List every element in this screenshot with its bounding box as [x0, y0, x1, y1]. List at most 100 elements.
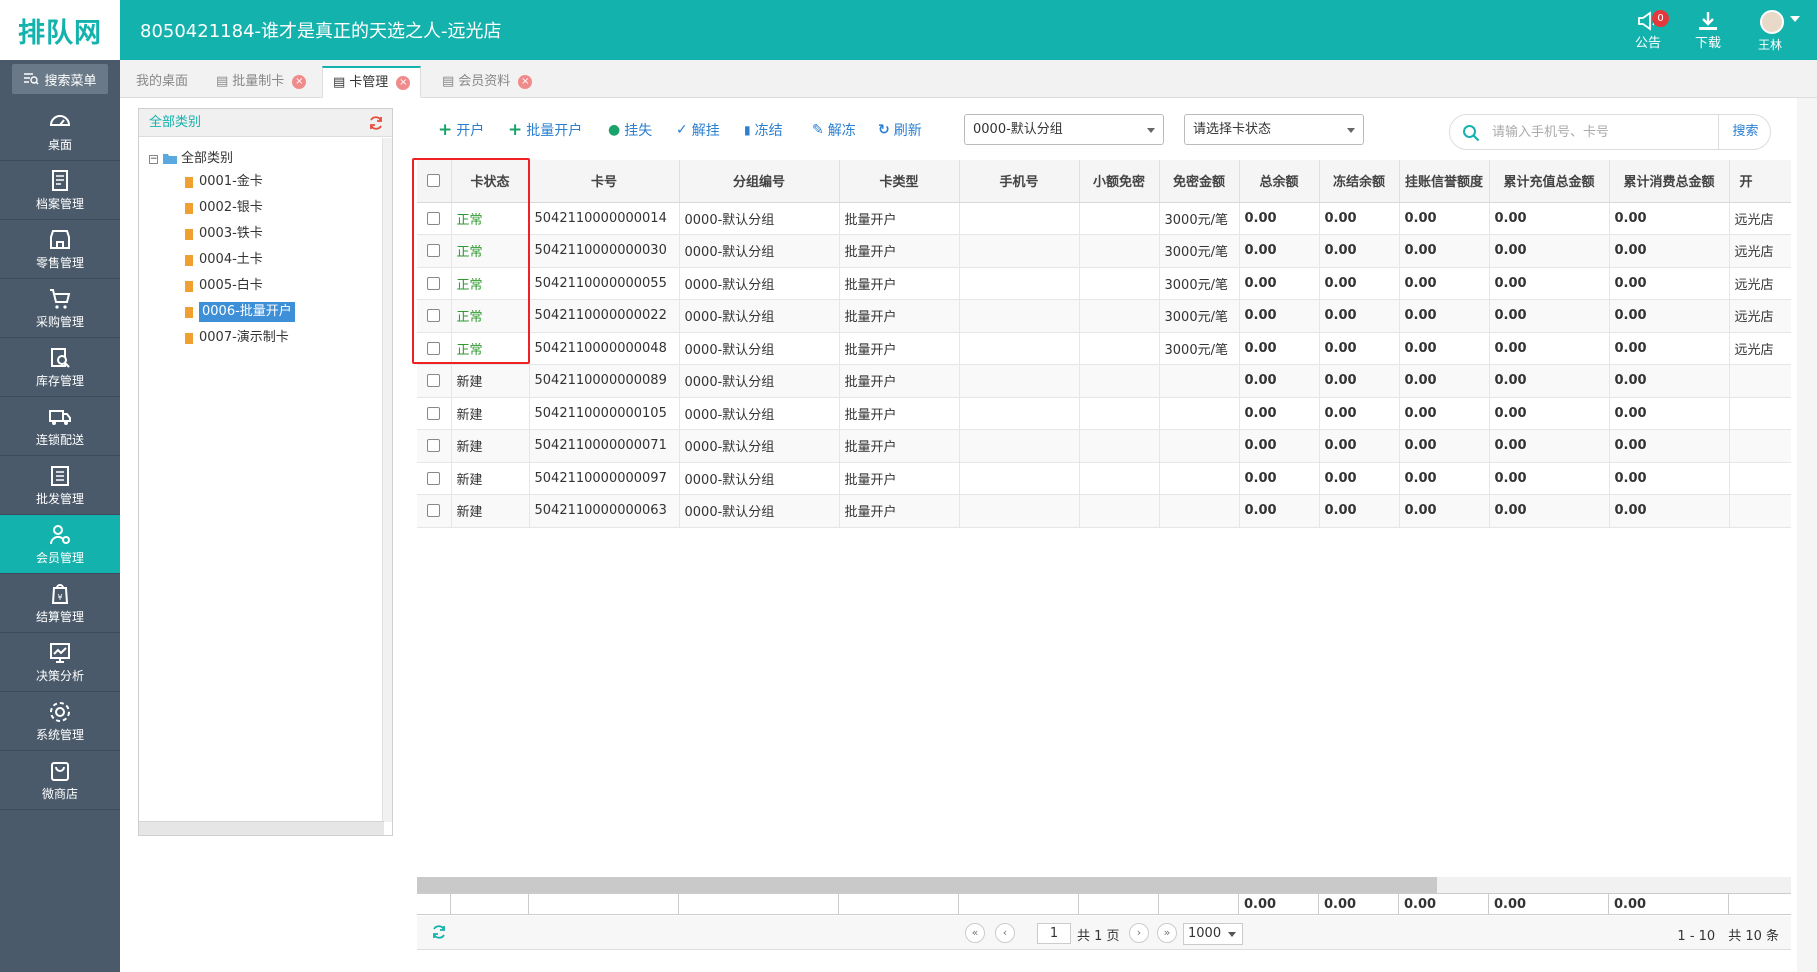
row-checkbox[interactable] — [427, 471, 441, 485]
table-row[interactable]: 新建 5042110000000063 0000-默认分组 批量开户 0.00 0.00 0… — [417, 494, 1791, 528]
row-checkbox[interactable] — [427, 374, 441, 388]
sidebar-item-cart[interactable]: 采购管理 — [0, 279, 120, 338]
row-select-cell[interactable] — [417, 494, 452, 528]
sidebar-item-inventory[interactable]: 库存管理 — [0, 338, 120, 397]
tree-node[interactable]: 0001-金卡 — [185, 172, 263, 192]
col-free-amount[interactable]: 免密金额 — [1159, 160, 1240, 203]
cell-free: 3000元/笔 — [1159, 299, 1240, 333]
table-horizontal-scrollbar[interactable] — [417, 877, 1791, 893]
search-button[interactable]: 搜索 — [1718, 115, 1772, 149]
col-group-code[interactable]: 分组编号 — [679, 160, 840, 203]
table-row[interactable]: 新建 5042110000000105 0000-默认分组 批量开户 0.00 0.00 0… — [417, 397, 1791, 430]
col-small-free[interactable]: 小额免密 — [1079, 160, 1160, 203]
col-card-type[interactable]: 卡类型 — [839, 160, 960, 203]
col-total-balance[interactable]: 总余额 — [1239, 160, 1320, 203]
tree-node[interactable]: 0003-铁卡 — [185, 224, 263, 244]
col-frozen-balance[interactable]: 冻结余额 — [1319, 160, 1400, 203]
avatar[interactable] — [1760, 10, 1784, 34]
close-icon[interactable]: × — [518, 75, 533, 89]
sidebar-item-gear[interactable]: 系统管理 — [0, 692, 120, 751]
freeze-button[interactable]: ▮ 冻结 — [744, 120, 783, 140]
close-icon[interactable]: × — [292, 75, 307, 89]
table-row[interactable]: 正常 5042110000000014 0000-默认分组 批量开户 3000元/笔 0.… — [417, 202, 1791, 235]
tree-horizontal-scrollbar[interactable] — [139, 821, 384, 835]
group-select[interactable]: 0000-默认分组 — [964, 114, 1164, 145]
row-select-cell[interactable] — [417, 462, 452, 495]
search-menu-button[interactable]: 搜索菜单 — [12, 64, 108, 94]
page-number-input[interactable]: 1 — [1037, 923, 1071, 944]
scroll-thumb[interactable] — [417, 877, 1437, 893]
table-row[interactable]: 新建 5042110000000071 0000-默认分组 批量开户 0.00 0.00 0… — [417, 429, 1791, 463]
col-card-number[interactable]: 卡号 — [529, 160, 680, 203]
plus-icon: + — [508, 120, 523, 140]
tab-card-management[interactable]: ▤ 卡管理 × — [322, 66, 422, 98]
prev-page-button[interactable]: ‹ — [995, 923, 1015, 943]
row-checkbox[interactable] — [427, 406, 441, 420]
cell-small — [1079, 234, 1160, 268]
row-select-cell[interactable] — [417, 429, 452, 463]
chevron-down-icon[interactable] — [1790, 16, 1800, 22]
table-row[interactable]: 新建 5042110000000089 0000-默认分组 批量开户 0.00 0.00 0… — [417, 364, 1791, 398]
tree-node[interactable]: 0007-演示制卡 — [185, 328, 289, 348]
open-account-button[interactable]: + 开户 — [438, 120, 484, 140]
refresh-icon[interactable] — [431, 924, 447, 940]
batch-open-button[interactable]: + 批量开户 — [508, 120, 582, 140]
document-icon — [185, 228, 193, 240]
sidebar-item-truck[interactable]: 连锁配送 — [0, 397, 120, 456]
unfreeze-button[interactable]: ✎ 解冻 — [812, 120, 856, 140]
menu-search-icon — [24, 73, 40, 85]
sidebar-item-shop-bag[interactable]: 微商店 — [0, 751, 120, 810]
refresh-button[interactable]: ↻ 刷新 — [878, 120, 922, 140]
cell-frozen: 0.00 — [1319, 397, 1400, 430]
sidebar-item-archive[interactable]: 档案管理 — [0, 161, 120, 220]
total-pages: 共 1 页 — [1077, 929, 1120, 944]
sidebar-item-dashboard[interactable]: 桌面 — [0, 102, 120, 161]
col-credit-limit[interactable]: 挂账信誉额度 — [1399, 160, 1490, 203]
close-icon[interactable]: × — [396, 75, 411, 90]
col-total-recharge[interactable]: 累计充值总金额 — [1489, 160, 1610, 203]
page-size-select[interactable]: 1000 — [1183, 923, 1243, 945]
row-select-cell[interactable] — [417, 397, 452, 430]
page-vertical-scrollbar[interactable] — [1797, 98, 1817, 972]
table-row[interactable]: 正常 5042110000000048 0000-默认分组 批量开户 3000元/笔 0.… — [417, 332, 1791, 365]
table-row[interactable]: 正常 5042110000000055 0000-默认分组 批量开户 3000元/笔 0.… — [417, 267, 1791, 300]
download-button[interactable]: 下载 — [1678, 6, 1738, 56]
row-checkbox[interactable] — [427, 504, 441, 518]
table-row[interactable]: 新建 5042110000000097 0000-默认分组 批量开户 0.00 0.00 0… — [417, 462, 1791, 495]
tree-node[interactable]: 0005-白卡 — [185, 276, 263, 296]
tab-member-info[interactable]: ▤ 会员资料 × — [432, 66, 542, 98]
sidebar-item-wholesale[interactable]: 批发管理 — [0, 456, 120, 515]
sidebar-item-member[interactable]: 会员管理 — [0, 515, 120, 574]
next-page-button[interactable]: › — [1129, 923, 1149, 943]
tree-root[interactable]: − 全部类别 — [149, 149, 233, 169]
sidebar-item-settlement[interactable]: ¥ 结算管理 — [0, 574, 120, 633]
table-row[interactable]: 正常 5042110000000022 0000-默认分组 批量开户 3000元/笔 0.… — [417, 299, 1791, 333]
tree-vertical-scrollbar[interactable] — [382, 138, 392, 822]
status-select[interactable]: 请选择卡状态 — [1184, 114, 1364, 145]
first-page-button[interactable]: « — [965, 923, 985, 943]
tree-node[interactable]: 0004-土卡 — [185, 250, 263, 270]
tree-node[interactable]: 0002-银卡 — [185, 198, 263, 218]
unlink-loss-button[interactable]: ✓ 解挂 — [676, 120, 720, 140]
tab-batch-card[interactable]: ▤ 批量制卡 × — [206, 66, 316, 98]
user-name[interactable]: 王林 — [1758, 36, 1782, 53]
collapse-icon[interactable]: − — [149, 154, 158, 164]
refresh-icon[interactable] — [368, 115, 384, 131]
col-total-consume[interactable]: 累计消费总金额 — [1609, 160, 1730, 203]
col-phone[interactable]: 手机号 — [959, 160, 1080, 203]
report-loss-button[interactable]: ● 挂失 — [608, 120, 652, 140]
search-input[interactable] — [1492, 121, 1712, 143]
row-select-cell[interactable] — [417, 364, 452, 398]
last-page-button[interactable]: » — [1157, 923, 1177, 943]
cell-phone — [959, 234, 1080, 268]
sidebar-item-analysis[interactable]: 决策分析 — [0, 633, 120, 692]
col-open-store[interactable]: 开 — [1729, 160, 1791, 203]
logo[interactable]: 排队网 — [0, 0, 120, 60]
row-checkbox[interactable] — [427, 439, 441, 453]
cell-frozen: 0.00 — [1319, 202, 1400, 235]
tree-node[interactable]: 0006-批量开户 — [185, 302, 295, 322]
sidebar-item-store[interactable]: 零售管理 — [0, 220, 120, 279]
table-row[interactable]: 正常 5042110000000030 0000-默认分组 批量开户 3000元/笔 0.… — [417, 234, 1791, 268]
notice-button[interactable]: 0 公告 — [1618, 6, 1678, 56]
tab-my-desktop[interactable]: 我的桌面 — [126, 66, 198, 98]
